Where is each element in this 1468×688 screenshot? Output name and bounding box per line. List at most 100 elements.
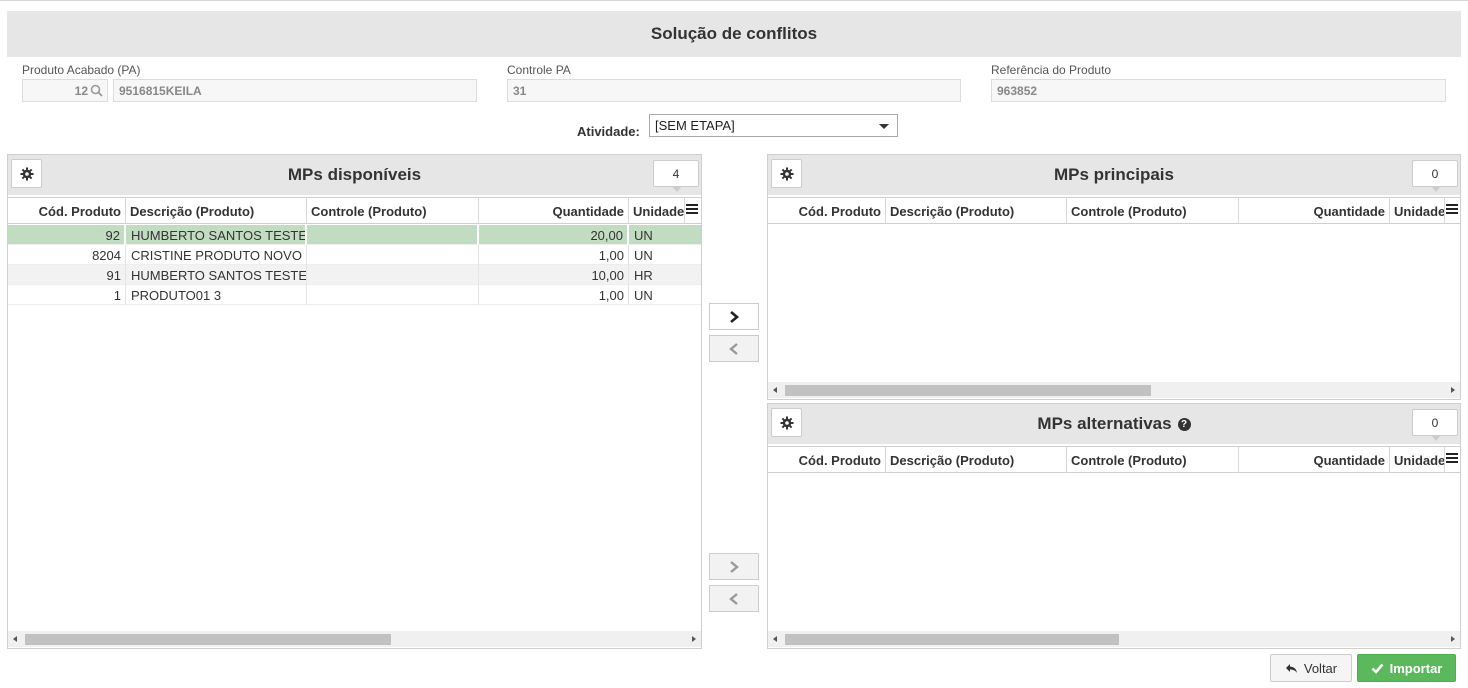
col-cod-header[interactable]: Cód. Produto: [768, 198, 886, 224]
cell-un: UN: [634, 287, 653, 303]
scroll-right-icon[interactable]: [1451, 636, 1455, 642]
chevron-left-icon: [729, 342, 738, 355]
col-qtd-header[interactable]: Quantidade: [479, 198, 629, 224]
scroll-right-icon[interactable]: [1451, 387, 1455, 393]
gear-icon[interactable]: [771, 408, 802, 437]
alternative-header: MPs alternativas ? 0: [768, 404, 1460, 444]
table-row[interactable]: 92 HUMBERTO SANTOS TESTE 20,00 UN: [8, 225, 701, 245]
table-row[interactable]: 1 PRODUTO01 3 1,00 UN: [8, 285, 701, 305]
alternative-count-badge: 0: [1412, 409, 1458, 441]
pa-code-value: 12: [74, 83, 88, 98]
cell-desc: CRISTINE PRODUTO NOVO: [126, 245, 307, 265]
available-grid-header: Cód. Produto Descrição (Produto) Control…: [8, 197, 701, 224]
top-border: [0, 0, 1468, 1]
cell-cod: 8204: [8, 245, 126, 265]
scroll-left-icon[interactable]: [773, 387, 777, 393]
page-title-text: Solução de conflitos: [650, 24, 818, 43]
col-ctrl-header[interactable]: Controle (Produto): [1067, 198, 1239, 224]
available-panel: MPs disponíveis 4 Cód. Produto Descrição…: [7, 154, 702, 649]
cell-un: UN: [634, 227, 653, 243]
cell-qtd: 1,00: [479, 245, 629, 265]
cell-ctrl: [307, 285, 479, 305]
cell-un: HR: [634, 267, 653, 283]
principal-title: MPs principais: [1054, 165, 1174, 184]
cell-ctrl: [307, 265, 479, 285]
cell-cod: 91: [8, 265, 126, 285]
table-row[interactable]: 91 HUMBERTO SANTOS TESTE 10,00 HR: [8, 265, 701, 285]
back-button-label: Voltar: [1303, 660, 1338, 676]
column-menu-icon[interactable]: [1446, 453, 1458, 465]
horizontal-scrollbar[interactable]: [768, 382, 1460, 398]
cell-un: UN: [634, 247, 653, 263]
col-un-header[interactable]: Unidade: [1390, 198, 1445, 224]
pa-code-field[interactable]: 12: [22, 79, 108, 102]
column-menu-icon[interactable]: [686, 204, 698, 216]
activity-selected-value: [SEM ETAPA]: [655, 118, 735, 133]
scroll-left-icon[interactable]: [773, 636, 777, 642]
pa-label: Produto Acabado (PA): [22, 63, 141, 77]
available-title: MPs disponíveis: [287, 165, 422, 184]
col-ctrl-header[interactable]: Controle (Produto): [307, 198, 479, 224]
chevron-right-icon: [730, 560, 739, 573]
available-header: MPs disponíveis 4: [8, 155, 701, 195]
chevron-left-icon: [729, 592, 738, 605]
col-desc-header[interactable]: Descrição (Produto): [886, 198, 1067, 224]
alternative-panel: MPs alternativas ? 0 Cód. Produto Descri…: [767, 403, 1461, 649]
col-desc-header[interactable]: Descrição (Produto): [126, 198, 307, 224]
principal-header: MPs principais 0: [768, 155, 1460, 195]
col-ctrl-header[interactable]: Controle (Produto): [1067, 447, 1239, 473]
cell-cod: 92: [8, 225, 126, 245]
referencia-label: Referência do Produto: [991, 63, 1112, 77]
col-un-header[interactable]: Unidade: [629, 198, 685, 224]
principal-grid-header: Cód. Produto Descrição (Produto) Control…: [768, 197, 1460, 224]
remove-from-principal-button[interactable]: [709, 335, 759, 362]
cell-ctrl: [307, 245, 479, 265]
cell-desc: HUMBERTO SANTOS TESTE: [126, 265, 307, 285]
gear-icon[interactable]: [11, 159, 42, 188]
column-menu-icon[interactable]: [1446, 204, 1458, 216]
cell-qtd: 1,00: [479, 285, 629, 305]
remove-from-alternative-button[interactable]: [709, 585, 759, 612]
scrollbar-thumb[interactable]: [785, 385, 1151, 396]
back-button[interactable]: Voltar: [1270, 654, 1352, 682]
horizontal-scrollbar[interactable]: [768, 631, 1460, 647]
move-to-principal-button[interactable]: [709, 303, 759, 330]
scroll-right-icon[interactable]: [692, 636, 696, 642]
cell-desc: HUMBERTO SANTOS TESTE: [126, 225, 307, 245]
cell-ctrl: [307, 225, 479, 245]
alternative-title-text: MPs alternativas: [1037, 414, 1172, 433]
col-qtd-header[interactable]: Quantidade: [1239, 198, 1390, 224]
scrollbar-thumb[interactable]: [785, 634, 1119, 645]
move-to-alternative-button[interactable]: [709, 553, 759, 580]
available-count-badge: 4: [653, 160, 699, 192]
scrollbar-thumb[interactable]: [25, 634, 391, 645]
check-icon: [1371, 663, 1384, 674]
activity-label: Atividade:: [577, 124, 640, 139]
cell-qtd: 10,00: [479, 265, 629, 285]
cell-qtd: 20,00: [479, 225, 629, 245]
import-button[interactable]: Importar: [1357, 654, 1456, 682]
referencia-value: 963852: [997, 83, 1038, 98]
pa-name-field: 9516815KEILA: [113, 79, 477, 102]
table-row[interactable]: 8204 CRISTINE PRODUTO NOVO 1,00 UN: [8, 245, 701, 265]
activity-select[interactable]: [SEM ETAPA]: [649, 114, 898, 137]
cell-cod: 1: [8, 285, 126, 305]
pa-name-value: 9516815KEILA: [119, 83, 202, 98]
col-desc-header[interactable]: Descrição (Produto): [886, 447, 1067, 473]
alternative-grid-header: Cód. Produto Descrição (Produto) Control…: [768, 446, 1460, 473]
alternative-title: MPs alternativas ?: [768, 404, 1460, 444]
cell-desc: PRODUTO01 3: [126, 285, 307, 305]
scroll-left-icon[interactable]: [13, 636, 17, 642]
controle-value: 31: [513, 83, 527, 98]
gear-icon[interactable]: [771, 159, 802, 188]
page-title: Solução de conflitos: [7, 11, 1461, 57]
col-cod-header[interactable]: Cód. Produto: [8, 198, 126, 224]
help-icon[interactable]: ?: [1177, 417, 1191, 431]
caret-down-icon: [879, 124, 889, 129]
search-icon[interactable]: [90, 84, 103, 97]
col-cod-header[interactable]: Cód. Produto: [768, 447, 886, 473]
horizontal-scrollbar[interactable]: [8, 631, 701, 647]
chevron-right-icon: [730, 310, 740, 323]
col-qtd-header[interactable]: Quantidade: [1239, 447, 1390, 473]
col-un-header[interactable]: Unidade: [1390, 447, 1445, 473]
